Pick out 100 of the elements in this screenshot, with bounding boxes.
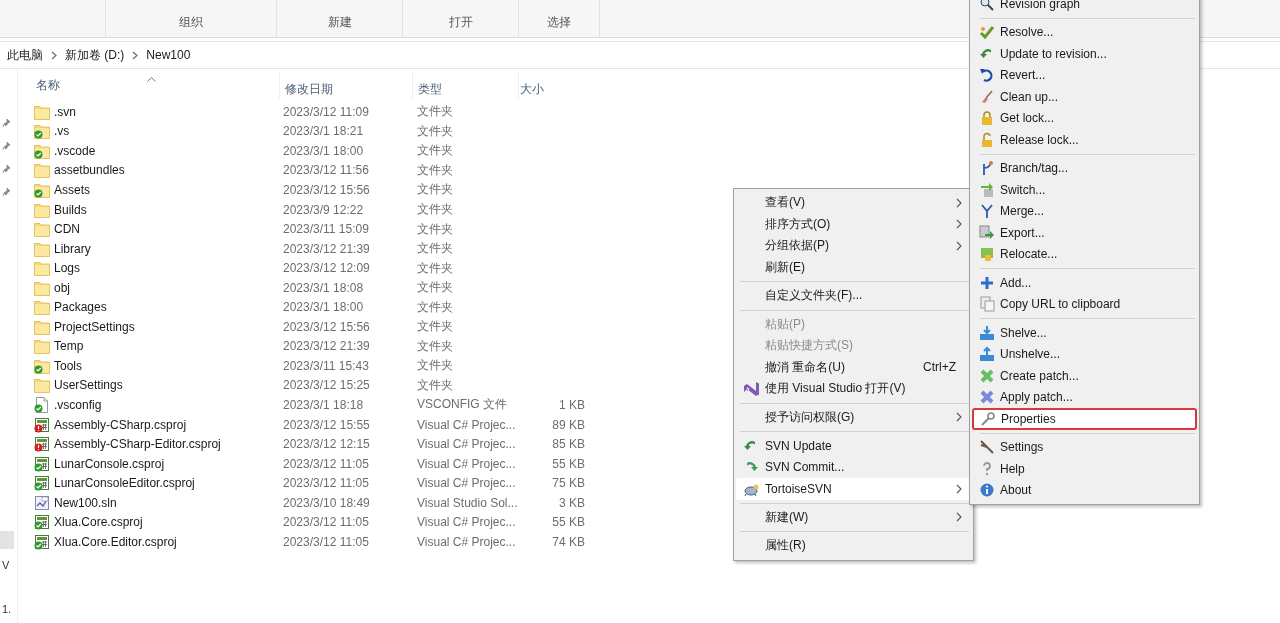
modified-date: 2023/3/12 15:25 <box>282 378 370 393</box>
file-type: 文件夹 <box>416 299 453 314</box>
menu-item[interactable]: 自定义文件夹(F)... <box>736 285 971 307</box>
undo-arrow-icon <box>978 67 995 84</box>
menu-item[interactable]: Shelve... <box>972 322 1197 344</box>
info-icon <box>978 482 995 499</box>
menu-item[interactable]: Create patch... <box>972 365 1197 387</box>
file-name[interactable]: Assembly-CSharp.csproj <box>54 417 187 432</box>
file-type: 文件夹 <box>416 260 453 275</box>
menu-item[interactable]: 查看(V) <box>736 192 971 214</box>
file-type: 文件夹 <box>416 280 453 295</box>
menu-item[interactable]: Merge... <box>972 200 1197 222</box>
menu-item[interactable]: Settings <box>972 436 1197 458</box>
patch-icon <box>978 389 995 406</box>
file-name[interactable]: LunarConsole.csproj <box>54 456 165 471</box>
modified-date: 2023/3/12 21:39 <box>282 241 370 256</box>
file-name[interactable]: Assembly-CSharp-Editor.csproj <box>54 437 221 452</box>
magnifier-graph-icon <box>978 0 995 12</box>
menu-item[interactable]: 刷新(E) <box>736 256 971 278</box>
chevron-icon <box>132 50 139 60</box>
breadcrumb[interactable]: 新加卷 (D:) <box>65 46 125 64</box>
menu-item[interactable]: Properties <box>972 408 1197 430</box>
modified-date: 2023/3/12 11:05 <box>282 456 369 471</box>
menu-item[interactable]: Update to revision... <box>972 43 1197 65</box>
file-name[interactable]: ProjectSettings <box>54 319 135 334</box>
menu-item[interactable]: Clean up... <box>972 86 1197 108</box>
wrench-icon <box>979 410 996 427</box>
breadcrumb[interactable]: New100 <box>146 48 191 62</box>
menu-item[interactable]: 分组依据(P) <box>736 235 971 257</box>
check-mark-icon <box>978 24 995 41</box>
menu-item[interactable]: Release lock... <box>972 129 1197 151</box>
menu-item[interactable]: Export... <box>972 222 1197 244</box>
file-name[interactable]: .svn <box>54 104 76 119</box>
file-type: 文件夹 <box>416 162 453 177</box>
menu-item[interactable]: SVN Update <box>736 435 971 457</box>
file-size: 1 KB <box>559 397 585 412</box>
file-name[interactable]: .vsconfig <box>54 397 102 412</box>
file-name[interactable]: Assets <box>54 182 90 197</box>
file-name[interactable]: LunarConsoleEditor.csproj <box>54 476 195 491</box>
menu-item[interactable]: Unshelve... <box>972 343 1197 365</box>
pin-icon <box>2 118 11 128</box>
menu-item[interactable]: Relocate... <box>972 243 1197 265</box>
visual-studio-icon <box>743 380 759 397</box>
patch-icon <box>978 367 995 384</box>
menu-item[interactable]: Copy URL to clipboard <box>972 293 1197 315</box>
file-type: 文件夹 <box>416 319 453 334</box>
menu-item[interactable]: Revert... <box>972 64 1197 86</box>
file-name[interactable]: Xlua.Core.csproj <box>54 515 143 530</box>
file-name[interactable]: .vscode <box>54 143 96 158</box>
menu-item[interactable]: Apply patch... <box>972 386 1197 408</box>
menu-item[interactable]: SVN Commit... <box>736 456 971 478</box>
menu-item[interactable]: Resolve... <box>972 21 1197 43</box>
nav-item-label[interactable]: 1. <box>2 603 12 615</box>
file-name[interactable]: Temp <box>54 339 84 354</box>
chevron-icon <box>51 50 57 60</box>
modified-date: 2023/3/1 18:21 <box>282 124 364 139</box>
modified-date: 2023/3/12 11:09 <box>282 104 369 119</box>
nav-item-highlight[interactable] <box>0 531 14 549</box>
modified-date: 2023/3/9 12:22 <box>282 202 364 217</box>
menu-item[interactable]: TortoiseSVN <box>736 478 971 500</box>
menu-item[interactable]: 新建(W) <box>736 506 971 528</box>
ribbon-group-label: 新建 <box>327 14 352 31</box>
menu-item[interactable]: 属性(R) <box>736 535 971 557</box>
menu-item[interactable]: Get lock... <box>972 107 1197 129</box>
column-header-label: 大小 <box>520 81 544 98</box>
modified-date: 2023/3/12 15:55 <box>282 417 370 432</box>
menu-item[interactable]: Help <box>972 458 1197 480</box>
menu-item[interactable]: 撤消 重命名(U) Ctrl+Z <box>736 356 971 378</box>
file-name[interactable]: obj <box>54 280 70 295</box>
menu-item[interactable]: Add... <box>972 272 1197 294</box>
modified-date: 2023/3/1 18:00 <box>282 143 364 158</box>
ribbon-group-label: 选择 <box>547 14 571 31</box>
switch-icon <box>978 181 995 198</box>
inbox-arrow-icon <box>978 346 995 363</box>
file-name[interactable]: Logs <box>54 261 81 276</box>
nav-item-label[interactable]: V <box>2 559 10 571</box>
file-name[interactable]: assetbundles <box>54 163 125 178</box>
ribbon-group-label: 组织 <box>179 14 203 31</box>
pin-icon <box>2 187 11 197</box>
file-name[interactable]: Library <box>54 241 91 256</box>
menu-item[interactable]: Branch/tag... <box>972 157 1197 179</box>
file-name[interactable]: Builds <box>54 202 87 217</box>
menu-item[interactable]: Switch... <box>972 179 1197 201</box>
file-name[interactable]: Tools <box>54 358 82 373</box>
file-name[interactable]: UserSettings <box>54 378 123 393</box>
file-name[interactable]: .vs <box>54 124 70 139</box>
modified-date: 2023/3/12 15:56 <box>282 319 370 334</box>
file-type: 文件夹 <box>416 241 453 256</box>
menu-item[interactable]: 使用 Visual Studio 打开(V) <box>736 378 971 400</box>
file-type: 文件夹 <box>416 104 453 119</box>
menu-item[interactable]: 授予访问权限(G) <box>736 406 971 428</box>
file-name[interactable]: Packages <box>54 300 107 315</box>
menu-item[interactable]: 排序方式(O) <box>736 213 971 235</box>
file-name[interactable]: Xlua.Core.Editor.csproj <box>54 534 177 549</box>
menu-item[interactable]: About <box>972 479 1197 501</box>
modified-date: 2023/3/12 15:56 <box>282 182 370 197</box>
breadcrumb[interactable]: 此电脑 <box>7 46 43 64</box>
column-header-label: 类型 <box>418 81 442 98</box>
file-name[interactable]: New100.sln <box>54 495 117 510</box>
file-name[interactable]: CDN <box>54 222 80 237</box>
